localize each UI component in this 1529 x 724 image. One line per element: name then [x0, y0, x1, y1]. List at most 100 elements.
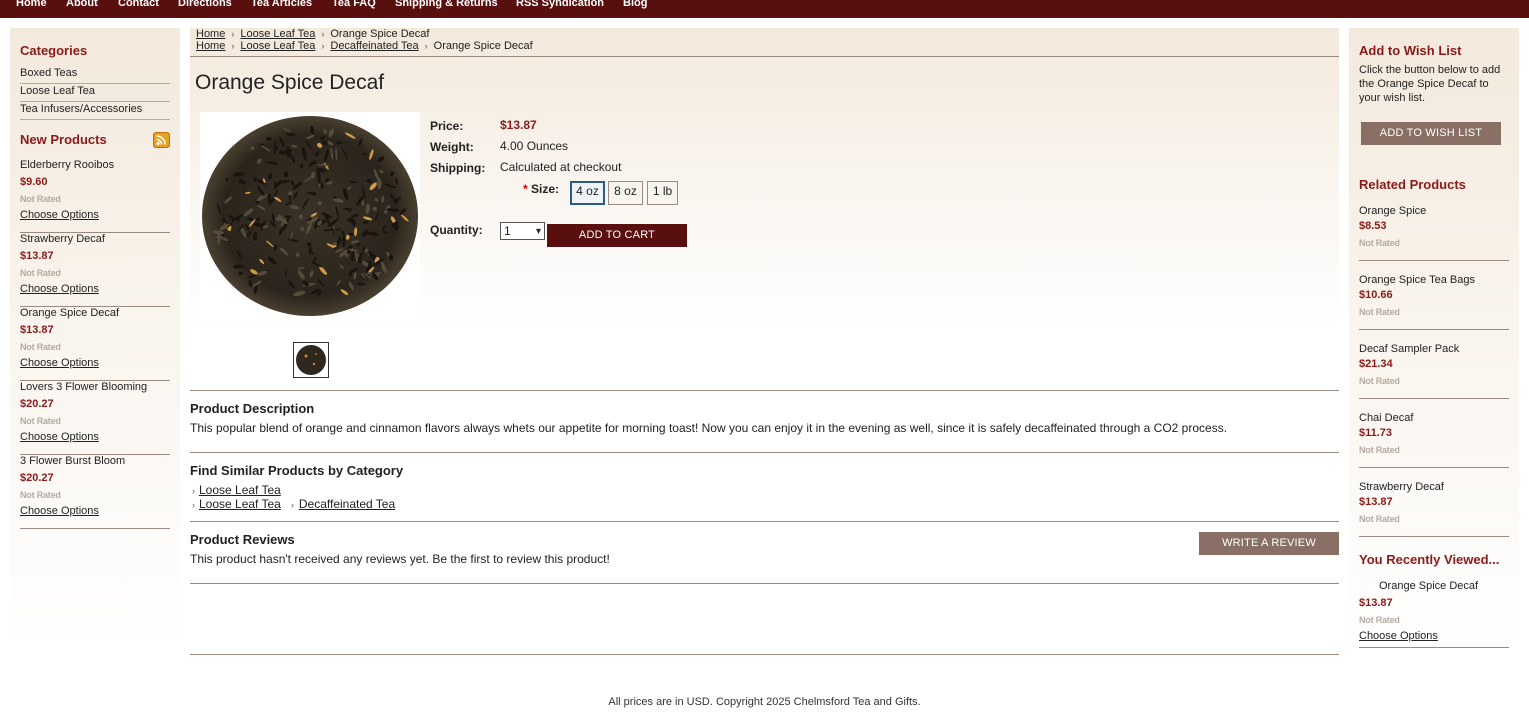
rating-stars: Not Rated [1359, 445, 1400, 455]
product-name-link[interactable]: 3 Flower Burst Bloom [20, 455, 125, 467]
page-title: Orange Spice Decaf [195, 71, 385, 94]
divider [190, 390, 1339, 391]
rating-stars: Not Rated [20, 342, 61, 352]
nav-about[interactable]: About [66, 0, 98, 9]
divider [190, 654, 1339, 655]
choose-options-link[interactable]: Choose Options [20, 431, 99, 443]
divider [190, 521, 1339, 522]
product-name-link[interactable]: Strawberry Decaf [20, 233, 105, 245]
chevron-down-icon: ▾ [535, 226, 541, 237]
chevron-right-icon: › [192, 486, 195, 496]
product-name-link[interactable]: Orange Spice Decaf [20, 307, 119, 319]
product-name-link[interactable]: Orange Spice [1359, 205, 1426, 217]
quantity-value: 1 [504, 224, 511, 238]
product-price: $13.87 [500, 118, 537, 132]
nav-tea-articles[interactable]: Tea Articles [251, 0, 312, 9]
required-marker: * [523, 182, 528, 196]
product-thumbnail[interactable] [293, 342, 329, 378]
breadcrumb: Home › Loose Leaf Tea › Orange Spice Decaf [196, 28, 429, 40]
choose-options-link[interactable]: Choose Options [1359, 630, 1438, 642]
choose-options-link[interactable]: Choose Options [20, 357, 99, 369]
footer-copyright: All prices are in USD. Copyright 2025 Ch… [608, 696, 921, 708]
nav-blog[interactable]: Blog [623, 0, 647, 9]
nav-rss-syndication[interactable]: RSS Syndication [516, 0, 604, 9]
category-link[interactable]: Loose Leaf Tea [20, 85, 170, 102]
description-heading: Product Description [190, 401, 315, 416]
quantity-select[interactable]: 1 ▾ [500, 222, 545, 240]
chevron-right-icon: › [321, 41, 325, 51]
wishlist-text: Click the button below to add the Orange… [1359, 64, 1501, 104]
similar-category-link[interactable]: Loose Leaf Tea [199, 497, 281, 511]
rating-stars: Not Rated [1359, 376, 1400, 386]
product-name-link[interactable]: Chai Decaf [1359, 412, 1413, 424]
related-product-item: Strawberry Decaf $13.87 Not Rated [1359, 481, 1509, 537]
top-navigation: Home About Contact Directions Tea Articl… [0, 0, 1529, 18]
chevron-right-icon: › [231, 29, 235, 39]
category-link[interactable]: Tea Infusers/Accessories [20, 103, 170, 120]
product-price: $20.27 [20, 398, 54, 410]
product-name-link[interactable]: Elderberry Rooibos [20, 159, 114, 171]
similar-category-link[interactable]: Loose Leaf Tea [199, 483, 281, 497]
breadcrumb: Home › Loose Leaf Tea › Decaffeinated Tea › Or… [196, 40, 533, 52]
product-price: $13.87 [20, 250, 54, 262]
choose-options-link[interactable]: Choose Options [20, 209, 99, 221]
size-label: * Size: [523, 182, 559, 196]
rating-stars: Not Rated [20, 490, 61, 500]
divider [190, 56, 1339, 57]
product-price: $21.34 [1359, 358, 1393, 370]
product-price: $13.87 [1359, 496, 1393, 508]
product-name-link[interactable]: Strawberry Decaf [1359, 481, 1444, 493]
add-to-cart-button[interactable]: ADD TO CART [547, 224, 687, 247]
choose-options-link[interactable]: Choose Options [20, 505, 99, 517]
add-to-wishlist-button[interactable]: ADD TO WISH LIST [1361, 122, 1501, 145]
rating-stars: Not Rated [20, 194, 61, 204]
product-price: $10.66 [1359, 289, 1393, 301]
rss-feed-icon[interactable] [153, 132, 170, 148]
similar-heading: Find Similar Products by Category [190, 463, 404, 478]
breadcrumb-home[interactable]: Home [196, 40, 225, 52]
choose-options-link[interactable]: Choose Options [20, 283, 99, 295]
nav-tea-faq[interactable]: Tea FAQ [332, 0, 376, 9]
recently-viewed-item: Orange Spice Decaf $13.87 Not Rated Choo… [1359, 580, 1509, 648]
product-name-link[interactable]: Lovers 3 Flower Blooming [20, 381, 147, 393]
chevron-right-icon: › [290, 500, 294, 510]
weight-label: Weight: [430, 140, 474, 154]
price-label: Price: [430, 119, 464, 133]
breadcrumb-loose-leaf-tea[interactable]: Loose Leaf Tea [240, 40, 315, 52]
product-image[interactable] [200, 112, 420, 320]
product-name-link[interactable]: Orange Spice Tea Bags [1359, 274, 1475, 286]
divider [190, 583, 1339, 584]
related-product-item: Orange Spice $8.53 Not Rated [1359, 205, 1509, 261]
breadcrumb-decaffeinated-tea[interactable]: Decaffeinated Tea [330, 40, 418, 52]
new-product-item: Lovers 3 Flower Blooming $20.27 Not Rate… [20, 381, 170, 455]
product-name-link[interactable]: Orange Spice Decaf [1379, 580, 1478, 592]
description-text: This popular blend of orange and cinnamo… [190, 421, 1228, 435]
rating-stars: Not Rated [20, 268, 61, 278]
new-product-item: 3 Flower Burst Bloom $20.27 Not Rated Ch… [20, 455, 170, 529]
nav-directions[interactable]: Directions [178, 0, 232, 9]
nav-contact[interactable]: Contact [118, 0, 159, 9]
write-review-button[interactable]: WRITE A REVIEW [1199, 532, 1339, 555]
category-link[interactable]: Boxed Teas [20, 67, 170, 84]
reviews-heading: Product Reviews [190, 532, 295, 547]
nav-shipping-returns[interactable]: Shipping & Returns [395, 0, 498, 9]
new-product-item: Orange Spice Decaf $13.87 Not Rated Choo… [20, 307, 170, 381]
nav-home[interactable]: Home [16, 0, 47, 9]
rating-stars: Not Rated [20, 416, 61, 426]
similar-category-link[interactable]: Decaffeinated Tea [299, 497, 395, 511]
size-option-4oz[interactable]: 4 oz [570, 181, 605, 205]
chevron-right-icon: › [231, 41, 235, 51]
product-price: $8.53 [1359, 220, 1387, 232]
quantity-label: Quantity: [430, 223, 483, 237]
breadcrumb-home[interactable]: Home [196, 28, 225, 40]
new-products-heading: New Products [20, 132, 107, 147]
product-name-link[interactable]: Decaf Sampler Pack [1359, 343, 1459, 355]
size-option-8oz[interactable]: 8 oz [608, 181, 643, 205]
product-price: $9.60 [20, 176, 48, 188]
shipping-value: Calculated at checkout [500, 160, 622, 174]
breadcrumb-loose-leaf-tea[interactable]: Loose Leaf Tea [240, 28, 315, 40]
categories-heading: Categories [20, 43, 88, 58]
size-option-1lb[interactable]: 1 lb [647, 181, 678, 205]
chevron-right-icon: › [424, 41, 428, 51]
recently-viewed-heading: You Recently Viewed... [1359, 552, 1500, 567]
